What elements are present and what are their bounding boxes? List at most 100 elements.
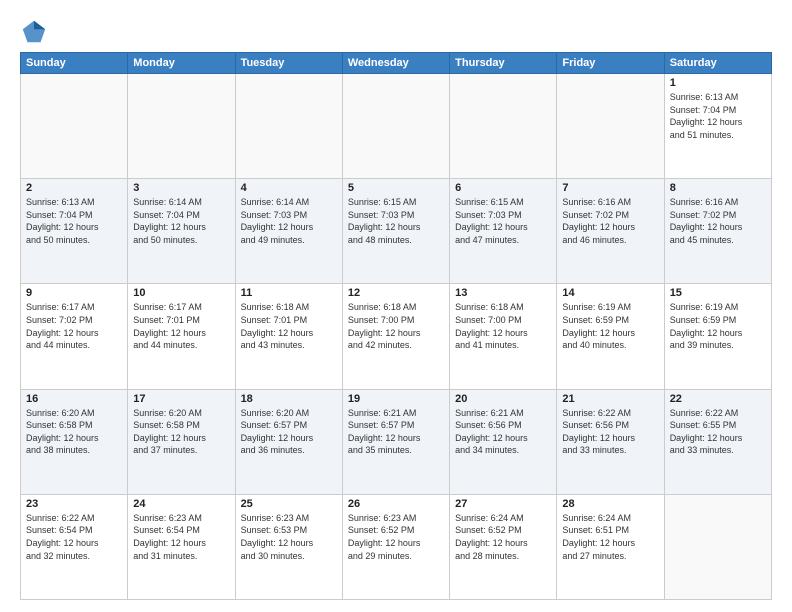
day-info: Sunrise: 6:19 AM Sunset: 6:59 PM Dayligh… (562, 301, 658, 351)
day-info: Sunrise: 6:21 AM Sunset: 6:57 PM Dayligh… (348, 407, 444, 457)
calendar-cell (21, 74, 128, 179)
calendar-cell: 23 Sunrise: 6:22 AM Sunset: 6:54 PM Dayli… (21, 494, 128, 599)
calendar-week-row: 1 Sunrise: 6:13 AM Sunset: 7:04 PM Daylig… (21, 74, 772, 179)
day-number: 3 (133, 182, 229, 194)
calendar-cell: 10 Sunrise: 6:17 AM Sunset: 7:01 PM Dayli… (128, 284, 235, 389)
calendar-header-row: SundayMondayTuesdayWednesdayThursdayFrid… (21, 53, 772, 74)
day-number: 1 (670, 77, 766, 89)
day-number: 11 (241, 287, 337, 299)
calendar-cell: 27 Sunrise: 6:24 AM Sunset: 6:52 PM Dayli… (450, 494, 557, 599)
day-number: 15 (670, 287, 766, 299)
day-info: Sunrise: 6:23 AM Sunset: 6:53 PM Dayligh… (241, 512, 337, 562)
calendar-cell: 2Sunrise: 6:13 AM Sunset: 7:04 PM Daylig… (21, 179, 128, 284)
day-info: Sunrise: 6:14 AM Sunset: 7:03 PM Dayligh… (241, 196, 337, 246)
day-number: 27 (455, 498, 551, 510)
day-number: 18 (241, 393, 337, 405)
day-header-wednesday: Wednesday (342, 53, 449, 74)
day-header-tuesday: Tuesday (235, 53, 342, 74)
calendar-cell: 22 Sunrise: 6:22 AM Sunset: 6:55 PM Dayli… (664, 389, 771, 494)
day-info: Sunrise: 6:18 AM Sunset: 7:00 PM Dayligh… (455, 301, 551, 351)
calendar-week-row: 2Sunrise: 6:13 AM Sunset: 7:04 PM Daylig… (21, 179, 772, 284)
day-number: 7 (562, 182, 658, 194)
calendar-cell: 21 Sunrise: 6:22 AM Sunset: 6:56 PM Dayli… (557, 389, 664, 494)
day-info: Sunrise: 6:21 AM Sunset: 6:56 PM Dayligh… (455, 407, 551, 457)
day-info: Sunrise: 6:22 AM Sunset: 6:55 PM Dayligh… (670, 407, 766, 457)
logo (20, 18, 52, 46)
day-number: 10 (133, 287, 229, 299)
calendar-cell (664, 494, 771, 599)
day-header-thursday: Thursday (450, 53, 557, 74)
calendar-cell: 3 Sunrise: 6:14 AM Sunset: 7:04 PM Daylig… (128, 179, 235, 284)
day-number: 24 (133, 498, 229, 510)
day-info: Sunrise: 6:23 AM Sunset: 6:52 PM Dayligh… (348, 512, 444, 562)
page: SundayMondayTuesdayWednesdayThursdayFrid… (0, 0, 792, 612)
calendar-cell: 12 Sunrise: 6:18 AM Sunset: 7:00 PM Dayli… (342, 284, 449, 389)
day-info: Sunrise: 6:22 AM Sunset: 6:54 PM Dayligh… (26, 512, 122, 562)
calendar-cell: 1 Sunrise: 6:13 AM Sunset: 7:04 PM Daylig… (664, 74, 771, 179)
calendar-cell: 24 Sunrise: 6:23 AM Sunset: 6:54 PM Dayli… (128, 494, 235, 599)
header (20, 18, 772, 46)
calendar-cell: 18 Sunrise: 6:20 AM Sunset: 6:57 PM Dayli… (235, 389, 342, 494)
day-info: Sunrise: 6:15 AM Sunset: 7:03 PM Dayligh… (455, 196, 551, 246)
calendar-cell: 8 Sunrise: 6:16 AM Sunset: 7:02 PM Daylig… (664, 179, 771, 284)
day-info: Sunrise: 6:24 AM Sunset: 6:52 PM Dayligh… (455, 512, 551, 562)
day-number: 9 (26, 287, 122, 299)
calendar-cell (128, 74, 235, 179)
day-number: 4 (241, 182, 337, 194)
day-info: Sunrise: 6:18 AM Sunset: 7:00 PM Dayligh… (348, 301, 444, 351)
calendar-cell: 19 Sunrise: 6:21 AM Sunset: 6:57 PM Dayli… (342, 389, 449, 494)
day-number: 28 (562, 498, 658, 510)
day-info: Sunrise: 6:23 AM Sunset: 6:54 PM Dayligh… (133, 512, 229, 562)
day-info: Sunrise: 6:20 AM Sunset: 6:57 PM Dayligh… (241, 407, 337, 457)
day-number: 19 (348, 393, 444, 405)
day-number: 8 (670, 182, 766, 194)
day-info: Sunrise: 6:20 AM Sunset: 6:58 PM Dayligh… (26, 407, 122, 457)
calendar-table: SundayMondayTuesdayWednesdayThursdayFrid… (20, 52, 772, 600)
day-info: Sunrise: 6:16 AM Sunset: 7:02 PM Dayligh… (562, 196, 658, 246)
calendar-cell (450, 74, 557, 179)
day-number: 23 (26, 498, 122, 510)
calendar-cell: 13 Sunrise: 6:18 AM Sunset: 7:00 PM Dayli… (450, 284, 557, 389)
day-header-monday: Monday (128, 53, 235, 74)
calendar-cell: 14 Sunrise: 6:19 AM Sunset: 6:59 PM Dayli… (557, 284, 664, 389)
calendar-cell: 25 Sunrise: 6:23 AM Sunset: 6:53 PM Dayli… (235, 494, 342, 599)
calendar-cell (557, 74, 664, 179)
day-number: 16 (26, 393, 122, 405)
day-info: Sunrise: 6:17 AM Sunset: 7:01 PM Dayligh… (133, 301, 229, 351)
day-info: Sunrise: 6:14 AM Sunset: 7:04 PM Dayligh… (133, 196, 229, 246)
day-number: 14 (562, 287, 658, 299)
calendar-cell: 6Sunrise: 6:15 AM Sunset: 7:03 PM Daylig… (450, 179, 557, 284)
day-info: Sunrise: 6:17 AM Sunset: 7:02 PM Dayligh… (26, 301, 122, 351)
calendar-cell: 15 Sunrise: 6:19 AM Sunset: 6:59 PM Dayli… (664, 284, 771, 389)
day-info: Sunrise: 6:15 AM Sunset: 7:03 PM Dayligh… (348, 196, 444, 246)
day-info: Sunrise: 6:20 AM Sunset: 6:58 PM Dayligh… (133, 407, 229, 457)
day-number: 2 (26, 182, 122, 194)
calendar-cell: 20Sunrise: 6:21 AM Sunset: 6:56 PM Dayli… (450, 389, 557, 494)
day-number: 13 (455, 287, 551, 299)
calendar-cell: 28 Sunrise: 6:24 AM Sunset: 6:51 PM Dayli… (557, 494, 664, 599)
calendar-cell: 4 Sunrise: 6:14 AM Sunset: 7:03 PM Daylig… (235, 179, 342, 284)
day-number: 22 (670, 393, 766, 405)
calendar-cell: 26Sunrise: 6:23 AM Sunset: 6:52 PM Dayli… (342, 494, 449, 599)
day-number: 25 (241, 498, 337, 510)
calendar-week-row: 23 Sunrise: 6:22 AM Sunset: 6:54 PM Dayli… (21, 494, 772, 599)
day-info: Sunrise: 6:19 AM Sunset: 6:59 PM Dayligh… (670, 301, 766, 351)
day-header-friday: Friday (557, 53, 664, 74)
calendar-cell: 7 Sunrise: 6:16 AM Sunset: 7:02 PM Daylig… (557, 179, 664, 284)
calendar-cell: 9 Sunrise: 6:17 AM Sunset: 7:02 PM Daylig… (21, 284, 128, 389)
logo-icon (20, 18, 48, 46)
day-number: 12 (348, 287, 444, 299)
day-header-saturday: Saturday (664, 53, 771, 74)
day-number: 17 (133, 393, 229, 405)
day-info: Sunrise: 6:24 AM Sunset: 6:51 PM Dayligh… (562, 512, 658, 562)
calendar-cell: 17 Sunrise: 6:20 AM Sunset: 6:58 PM Dayli… (128, 389, 235, 494)
day-info: Sunrise: 6:13 AM Sunset: 7:04 PM Dayligh… (670, 91, 766, 141)
calendar-cell: 5 Sunrise: 6:15 AM Sunset: 7:03 PM Daylig… (342, 179, 449, 284)
day-info: Sunrise: 6:22 AM Sunset: 6:56 PM Dayligh… (562, 407, 658, 457)
calendar-cell: 16 Sunrise: 6:20 AM Sunset: 6:58 PM Dayli… (21, 389, 128, 494)
day-info: Sunrise: 6:18 AM Sunset: 7:01 PM Dayligh… (241, 301, 337, 351)
day-number: 5 (348, 182, 444, 194)
calendar-week-row: 9 Sunrise: 6:17 AM Sunset: 7:02 PM Daylig… (21, 284, 772, 389)
day-number: 21 (562, 393, 658, 405)
day-info: Sunrise: 6:16 AM Sunset: 7:02 PM Dayligh… (670, 196, 766, 246)
